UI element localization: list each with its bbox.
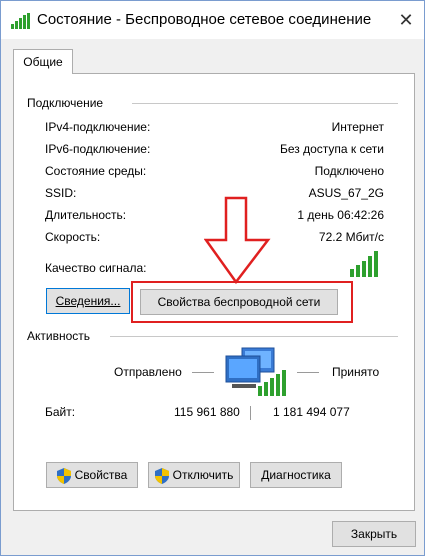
general-panel: Подключение IPv4-подключение: Интернет I… [13, 73, 415, 511]
details-button-label: Сведения... [55, 294, 121, 308]
tab-general[interactable]: Общие [13, 49, 73, 74]
sent-label: Отправлено [114, 365, 182, 379]
title-bar[interactable]: Состояние - Беспроводное сетевое соедине… [1, 1, 424, 39]
bytes-received-value: 1 181 494 077 [273, 405, 350, 419]
connection-section-title: Подключение [27, 96, 110, 110]
wireless-properties-button-label: Свойства беспроводной сети [157, 295, 321, 309]
ipv6-label: IPv6-подключение: [45, 142, 151, 156]
disable-button[interactable]: Отключить [148, 462, 240, 488]
uac-shield-icon [154, 467, 169, 484]
disable-button-label: Отключить [172, 468, 234, 482]
bytes-label: Байт: [45, 405, 76, 419]
media-state-value: Подключено [314, 164, 384, 178]
close-button-label: Закрыть [350, 527, 398, 541]
sent-line [192, 372, 214, 373]
tab-general-label: Общие [23, 55, 63, 69]
status-dialog: Состояние - Беспроводное сетевое соедине… [0, 0, 425, 556]
activity-separator [110, 336, 398, 337]
close-button[interactable]: Закрыть [332, 521, 416, 547]
duration-label: Длительность: [45, 208, 127, 222]
red-arrow-annotation-icon [204, 196, 271, 285]
network-computers-icon [225, 347, 286, 396]
ssid-label: SSID: [45, 186, 77, 200]
duration-value: 1 день 06:42:26 [297, 208, 384, 222]
details-button[interactable]: Сведения... [46, 288, 130, 314]
close-window-button[interactable]: ✕ [393, 7, 419, 33]
bytes-sent-value: 115 961 880 [174, 405, 240, 419]
ipv4-label: IPv4-подключение: [45, 120, 151, 134]
diagnose-button-label: Диагностика [261, 468, 331, 482]
activity-section-title: Активность [27, 329, 97, 343]
connection-separator [132, 103, 398, 104]
speed-value: 72.2 Мбит/с [318, 230, 384, 244]
diagnose-button[interactable]: Диагностика [250, 462, 342, 488]
ipv6-value: Без доступа к сети [280, 142, 384, 156]
ipv4-value: Интернет [331, 120, 384, 134]
window-title: Состояние - Беспроводное сетевое соедине… [37, 11, 372, 28]
wireless-properties-button[interactable]: Свойства беспроводной сети [140, 289, 338, 315]
received-line [297, 372, 319, 373]
properties-button[interactable]: Свойства [46, 462, 138, 488]
activity-divider [250, 406, 251, 420]
received-label: Принято [332, 365, 380, 379]
properties-button-label: Свойства [74, 468, 128, 482]
signal-strength-icon [350, 251, 378, 277]
speed-label: Скорость: [45, 230, 101, 244]
signal-quality-label: Качество сигнала: [45, 261, 147, 275]
media-state-label: Состояние среды: [45, 164, 147, 178]
ssid-value: ASUS_67_2G [308, 186, 384, 200]
wifi-signal-icon [11, 13, 30, 29]
uac-shield-icon [56, 467, 71, 484]
